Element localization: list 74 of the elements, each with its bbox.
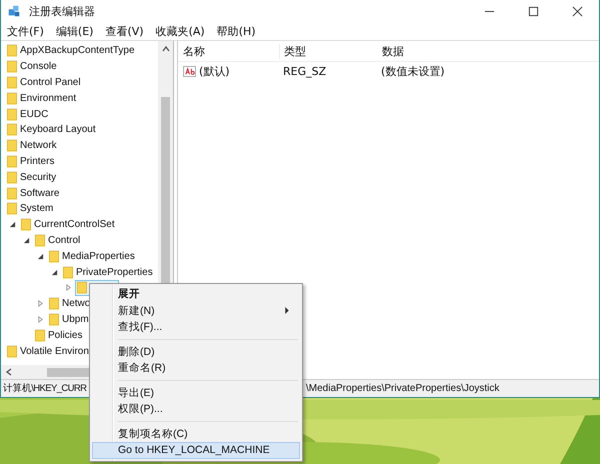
folder-icon — [35, 234, 45, 247]
folder-icon — [7, 344, 17, 358]
maximize-icon[interactable] — [528, 6, 539, 16]
table-cell-text: (数值未设置) — [380, 64, 445, 78]
collapse-arrow-icon[interactable] — [51, 268, 58, 276]
tree-item[interactable]: MediaProperties — [47, 248, 137, 264]
collapse-arrow-icon[interactable] — [9, 221, 16, 228]
tree-item[interactable]: Console — [5, 58, 59, 75]
menu-item[interactable]: 帮助(H) — [216, 24, 256, 38]
folder-icon — [7, 154, 17, 168]
folder-icon — [35, 328, 45, 342]
tree-item[interactable]: AppXBackupContentType — [5, 42, 137, 59]
tree-item[interactable]: PrivateProperties — [61, 264, 155, 280]
collapse-arrow-icon[interactable] — [23, 236, 30, 244]
folder-icon — [7, 44, 17, 58]
folder-icon — [7, 76, 17, 89]
menu-item[interactable]: Go to HKEY_LOCAL_MACHINE — [92, 442, 300, 458]
tree-item[interactable]: EUDC — [5, 106, 50, 122]
tree-item[interactable]: Volatile Environ — [5, 343, 91, 360]
folder-icon — [49, 312, 59, 326]
menu-item[interactable]: 编辑(E) — [56, 24, 94, 38]
folder-icon — [63, 266, 73, 279]
table-cell: (默认) — [199, 64, 230, 78]
folder-icon — [7, 186, 17, 200]
folder-icon — [7, 123, 17, 136]
folder-icon — [7, 92, 17, 105]
folder-icon — [7, 202, 17, 216]
folder-icon — [49, 297, 59, 310]
tree-item[interactable]: Policies — [33, 327, 84, 344]
menu-item[interactable]: 删除(D) — [92, 344, 300, 360]
tree-item[interactable]: Control Panel — [5, 74, 83, 90]
expand-arrow-icon[interactable] — [37, 316, 44, 323]
menu-item[interactable]: 查看(V) — [105, 24, 144, 38]
close-icon[interactable] — [572, 6, 583, 16]
tree-item[interactable]: Control — [33, 232, 82, 248]
collapse-arrow-icon[interactable] — [37, 252, 44, 260]
tree-item[interactable]: System — [5, 200, 56, 217]
tree-item[interactable]: Ubpm — [47, 311, 91, 328]
window-title: 注册表编辑器 — [29, 4, 95, 18]
folder-icon — [7, 108, 17, 121]
menu-item[interactable]: 重命名(R) — [92, 360, 300, 376]
string-value-icon — [183, 66, 196, 76]
tree-item[interactable]: Keyboard Layout — [5, 122, 98, 138]
menu-item[interactable]: 新建(N) — [92, 302, 300, 319]
menu-item[interactable]: 文件(F) — [7, 24, 44, 38]
folder-icon — [21, 218, 31, 232]
status-path: 计算机\HKEY_CURR — [3, 382, 86, 395]
tree-item[interactable]: Network — [5, 138, 59, 154]
folder-icon — [49, 250, 59, 263]
tree-item[interactable]: CurrentControlSet — [19, 216, 117, 233]
registry-icon — [7, 4, 21, 18]
menu-item[interactable]: 查找(F)... — [92, 319, 300, 336]
status-path: \MediaProperties\PrivateProperties\Joystick — [306, 383, 500, 394]
scroll-up-icon[interactable] — [162, 45, 170, 53]
column-header[interactable]: 数据 — [378, 44, 404, 58]
folder-icon — [7, 60, 17, 74]
folder-icon — [7, 139, 17, 152]
folder-icon — [7, 170, 17, 184]
folder-icon — [77, 281, 87, 294]
tree-item[interactable]: Printers — [5, 153, 56, 170]
table-cell-text: REG_SZ — [282, 64, 328, 78]
tree-item[interactable]: Environment — [5, 90, 78, 106]
tree-item[interactable]: Software — [5, 185, 62, 202]
expand-arrow-icon[interactable] — [65, 284, 72, 292]
menu-item[interactable]: 复制项名称(C) — [92, 426, 300, 442]
tree-item[interactable]: Security — [5, 169, 58, 186]
tree-item[interactable]: Netwo — [47, 296, 92, 312]
scroll-left-icon[interactable] — [5, 368, 13, 376]
column-header[interactable]: 类型 — [280, 44, 378, 58]
menu-item[interactable]: 展开 — [92, 286, 300, 302]
menu-item[interactable]: 导出(E) — [92, 384, 300, 401]
column-header[interactable]: 名称 — [178, 44, 280, 58]
menu-item[interactable]: 收藏夹(A) — [156, 24, 205, 38]
expand-arrow-icon[interactable] — [37, 300, 44, 308]
